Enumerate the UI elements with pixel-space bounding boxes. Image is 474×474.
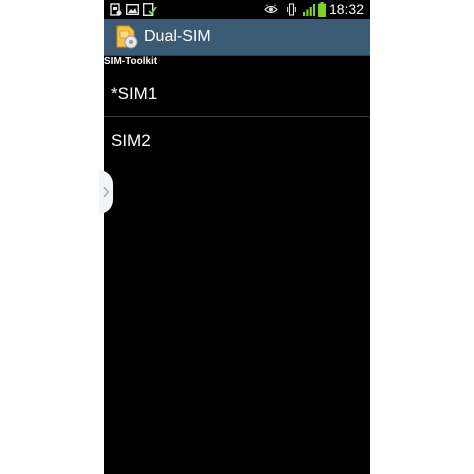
battery-icon <box>318 2 326 17</box>
gallery-icon <box>126 4 139 16</box>
signal-icon <box>303 4 316 16</box>
status-bar: 18:32 <box>104 0 370 19</box>
action-bar: Dual-SIM <box>104 19 370 56</box>
list-item-label: SIM2 <box>111 131 151 150</box>
phone-screen: 18:32 Dual-SIM SIM-Toolkit *SIM1 SIM2 <box>104 0 370 474</box>
app-title: Dual-SIM <box>144 28 211 45</box>
status-time: 18:32 <box>328 1 364 17</box>
page: 18:32 Dual-SIM SIM-Toolkit *SIM1 SIM2 <box>0 0 474 474</box>
eye-icon <box>264 4 278 14</box>
dual-sim-app-icon[interactable] <box>113 24 139 50</box>
list-item-sim2[interactable]: SIM2 <box>104 117 370 165</box>
chevron-right-icon <box>103 186 110 198</box>
download-check-icon <box>143 3 157 16</box>
list-item-label: *SIM1 <box>111 84 158 103</box>
sim-toolkit-icon <box>110 3 122 16</box>
vibrate-icon <box>287 3 296 16</box>
section-label: SIM-Toolkit <box>104 56 158 67</box>
list-item-sim1[interactable]: *SIM1 <box>104 68 370 116</box>
